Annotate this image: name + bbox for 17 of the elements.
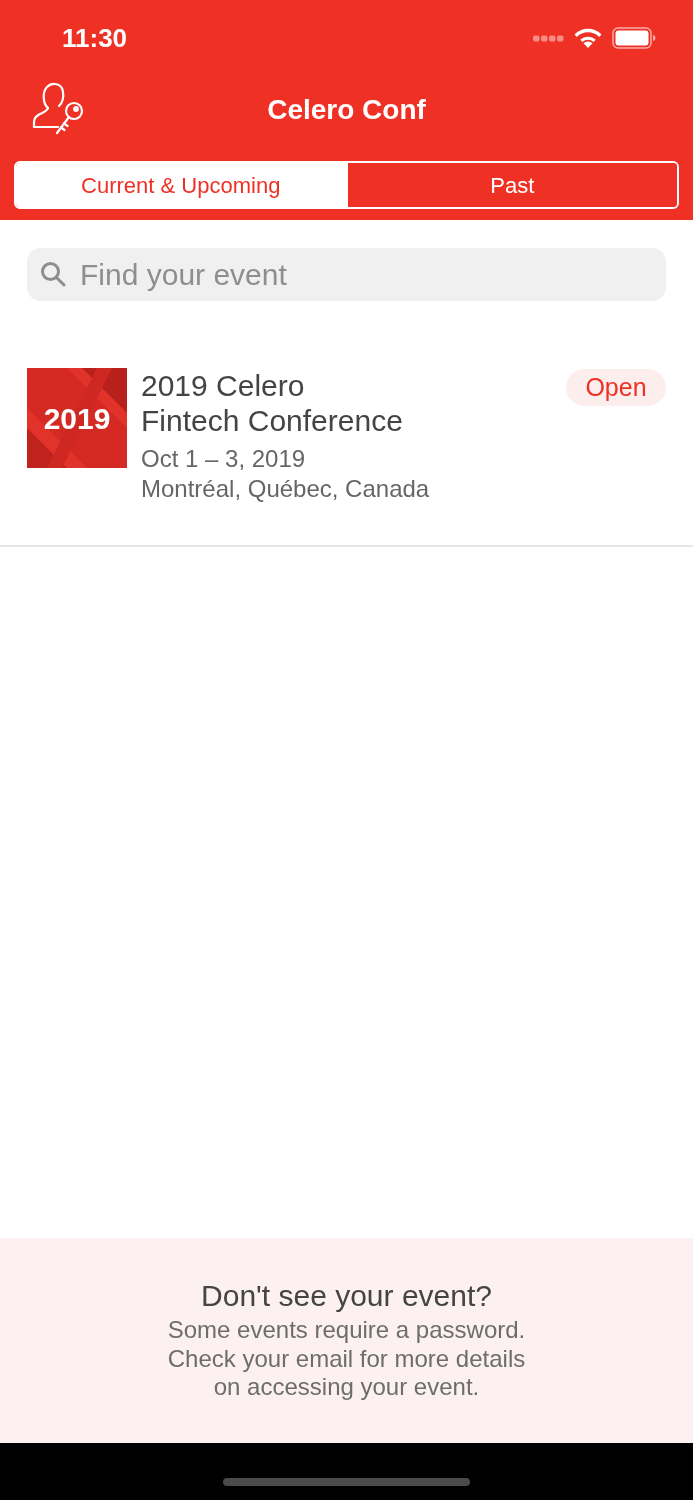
person-key-icon[interactable] (32, 81, 86, 135)
status-time: 11:30 (62, 21, 128, 55)
battery-icon (612, 27, 656, 49)
help-heading: Don't see your event? (201, 1279, 492, 1313)
help-message: Some events require a password. Check your email for more details on accessing your event. (167, 1316, 526, 1402)
status-badge: Open (566, 369, 666, 406)
wifi-icon (574, 28, 602, 48)
segment-tab[interactable]: Current & Upcoming (16, 163, 346, 207)
signal-dots-icon (533, 34, 564, 42)
event-dates: Oct 1 – 3, 2019 (141, 444, 307, 474)
segment-tab[interactable]: Past (345, 163, 677, 207)
search-field[interactable]: Find your event (27, 248, 666, 301)
event-title[interactable]: 2019 Celero Fintech Conference (141, 368, 566, 438)
nav-title: Celero Conf (267, 93, 426, 127)
thumbnail-year-text: 2019 (43, 400, 111, 437)
search-icon (40, 261, 66, 287)
event-location: Montréal, Québec, Canada (141, 474, 431, 504)
